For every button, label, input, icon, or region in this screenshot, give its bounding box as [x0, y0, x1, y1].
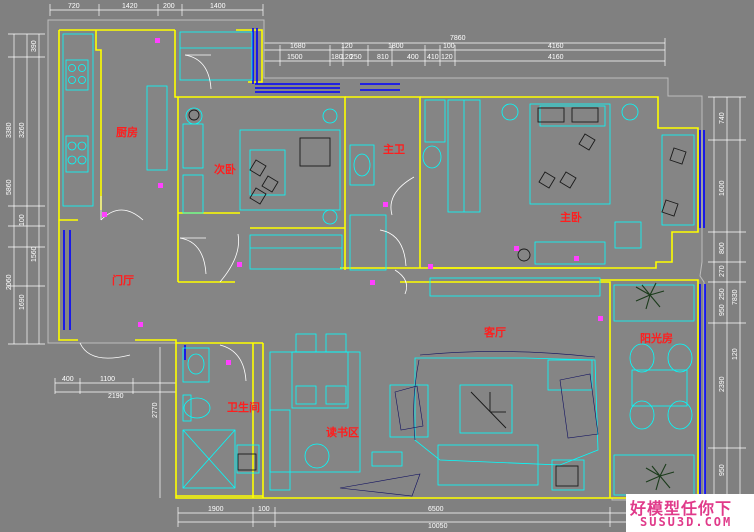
dim-row3-2: 120	[341, 43, 353, 50]
dim-right-7: 2390	[719, 376, 726, 392]
room-label-master-bedroom: 主卧	[560, 210, 582, 224]
dim-bottom-5: 1900	[208, 506, 224, 513]
dim-right-9: 120	[732, 348, 739, 360]
dim-row4-7: 410	[427, 54, 439, 61]
dim-right-total: 7830	[732, 289, 739, 305]
dim-bottom-6: 100	[258, 506, 270, 513]
dim-row3-4: 100	[443, 43, 455, 50]
dim-top-4: 1400	[210, 3, 226, 10]
dim-right-3: 800	[719, 242, 726, 254]
dim-bottom-2: 1100	[100, 376, 115, 383]
dim-right-1: 740	[719, 112, 726, 124]
room-label-second-bedroom: 次卧	[214, 162, 236, 176]
dim-left-inner-3: 100	[19, 214, 26, 226]
dim-bottom-4: 2770	[152, 402, 159, 418]
dim-left-outer-1: 5860	[6, 179, 13, 195]
dim-left-inner-2: 3260	[19, 122, 26, 138]
dim-left-inner-1: 3380	[6, 122, 13, 138]
dim-row3-3: 1800	[388, 43, 404, 50]
dim-row4-6: 400	[407, 54, 419, 61]
dim-row4-4: 250	[350, 54, 362, 61]
dim-row4-8: 120	[441, 54, 453, 61]
dim-left-outer-2: 2060	[6, 274, 13, 290]
dim-row4-5: 810	[377, 54, 389, 61]
room-label-master-bath: 主卫	[383, 142, 405, 156]
dim-right-5: 250	[719, 288, 726, 300]
dim-row3-5: 4160	[548, 43, 564, 50]
dim-row3-1: 1680	[290, 43, 306, 50]
dim-top-2: 1420	[122, 3, 138, 10]
dim-left-inner-4: 1560	[31, 246, 38, 262]
dim-right-8: 950	[719, 464, 726, 476]
dim-top-1: 720	[68, 3, 80, 10]
room-label-kitchen: 厨房	[116, 125, 138, 139]
dim-bottom-1: 400	[62, 376, 74, 383]
dim-left-outer-3: 1690	[19, 294, 26, 310]
dim-right-6: 950	[719, 304, 726, 316]
dim-bottom-3: 2190	[108, 393, 124, 400]
dim-left-inner-5: 390	[31, 40, 38, 52]
room-label-study: 读书区	[326, 425, 359, 439]
watermark: 好模型任你下 SUSU3D.COM	[626, 494, 754, 532]
dim-top-total: 7860	[450, 35, 466, 42]
room-label-living-room: 客厅	[483, 325, 506, 339]
dim-bottom-7: 6500	[428, 506, 444, 513]
watermark-url: SUSU3D.COM	[640, 515, 733, 529]
dim-right-2: 1600	[719, 180, 726, 196]
dim-bottom-total: 10050	[428, 523, 448, 530]
dim-top-3: 200	[163, 3, 175, 10]
dim-row4-1: 1500	[287, 54, 303, 61]
dim-row4-9: 4160	[548, 54, 564, 61]
room-label-bathroom: 卫生间	[227, 400, 260, 414]
room-label-sunroom: 阳光房	[640, 331, 673, 345]
floor-plan: 720 1420 200 1400 7860 1680 120 1800 100…	[0, 0, 754, 532]
room-label-foyer: 门厅	[112, 273, 134, 287]
dim-right-4: 270	[719, 265, 726, 277]
